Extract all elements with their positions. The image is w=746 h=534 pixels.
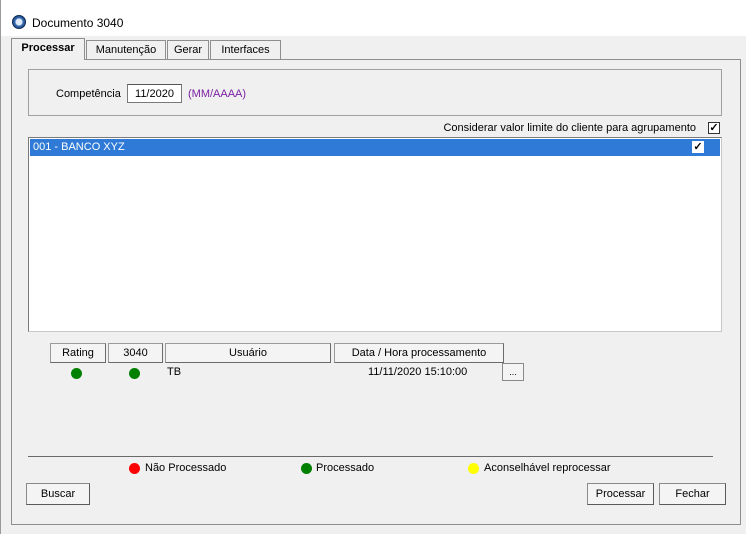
rating-status-indicator <box>71 368 82 379</box>
details-button[interactable]: ... <box>502 363 524 381</box>
legend-yellow-dot-icon <box>468 463 479 474</box>
legend-separator <box>28 456 713 457</box>
document-window: Documento 3040 Processar Manutenção Gera… <box>0 0 746 534</box>
competencia-input[interactable] <box>127 84 182 103</box>
legend-nao-processado: Não Processado <box>145 462 227 474</box>
legend-processado: Processado <box>316 462 375 474</box>
header-3040[interactable]: 3040 <box>108 343 163 363</box>
header-data-hora[interactable]: Data / Hora processamento <box>334 343 504 363</box>
usuario-cell: TB <box>167 366 182 378</box>
bank-item-label: 001 - BANCO XYZ <box>33 141 125 153</box>
tab-manutencao[interactable]: Manutenção <box>86 40 166 60</box>
competencia-format-hint: (MM/AAAA) <box>188 88 247 100</box>
list-item[interactable]: 001 - BANCO XYZ ✓ <box>30 139 720 156</box>
window-title: Documento 3040 <box>32 16 124 30</box>
title-bar[interactable]: Documento 3040 <box>1 0 746 36</box>
header-rating[interactable]: Rating <box>50 343 106 363</box>
tab-panel-processar: Competência (MM/AAAA) Considerar valor l… <box>11 59 741 525</box>
data-hora-cell: 11/11/2020 15:10:00 <box>368 366 468 378</box>
considerar-limite-checkbox[interactable]: ✓ <box>708 122 720 134</box>
legend-green-dot-icon <box>301 463 312 474</box>
tab-processar[interactable]: Processar <box>11 38 85 60</box>
tab-bar: Processar Manutenção Gerar Interfaces <box>11 38 741 60</box>
processar-button[interactable]: Processar <box>587 483 654 505</box>
tab-gerar[interactable]: Gerar <box>167 40 209 60</box>
legend-red-dot-icon <box>129 463 140 474</box>
bank-list[interactable]: 001 - BANCO XYZ ✓ <box>28 137 722 332</box>
competencia-label: Competência <box>56 88 121 100</box>
bank-item-checkbox[interactable]: ✓ <box>692 141 704 153</box>
legend-aconselhavel-reprocessar: Aconselhável reprocessar <box>484 462 611 474</box>
buscar-button[interactable]: Buscar <box>26 483 90 505</box>
app-icon <box>12 15 26 29</box>
tab-interfaces[interactable]: Interfaces <box>210 40 281 60</box>
header-usuario[interactable]: Usuário <box>165 343 331 363</box>
considerar-limite-label: Considerar valor limite do cliente para … <box>443 122 696 134</box>
competencia-group: Competência (MM/AAAA) <box>28 69 722 116</box>
status-3040-indicator <box>129 368 140 379</box>
fechar-button[interactable]: Fechar <box>659 483 726 505</box>
